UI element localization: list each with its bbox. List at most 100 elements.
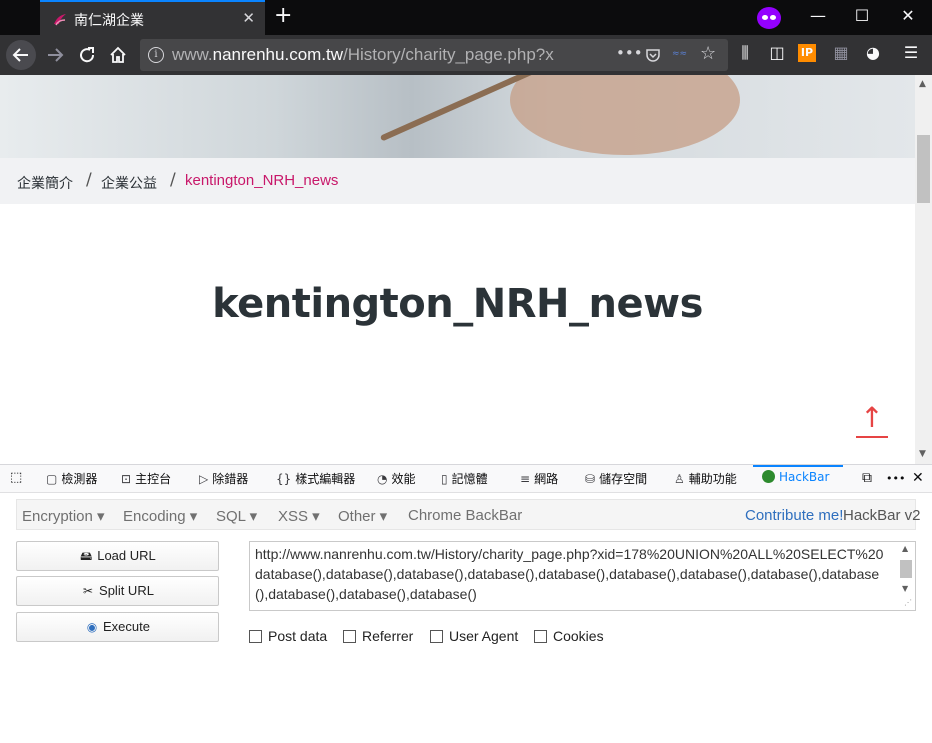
tab-console[interactable]: ⊡ 主控台 (121, 470, 171, 487)
extension-puzzle-icon[interactable]: ◕ (862, 43, 884, 62)
page-viewport: 企業簡介 / 企業公益 / kentington_NRH_news kentin… (0, 75, 932, 464)
new-tab-button[interactable]: + (274, 4, 292, 28)
tab-style-editor[interactable]: {} 樣式編輯器 (276, 470, 355, 487)
translate-icon[interactable]: ≈≈ (672, 49, 687, 59)
tab-title: 南仁湖企業 (74, 13, 144, 29)
performance-icon: ◔ (377, 472, 388, 486)
menu-other[interactable]: Other ▾ (338, 507, 387, 525)
menu-xss[interactable]: XSS ▾ (278, 507, 320, 525)
tab-accessibility[interactable]: ♙ 輔助功能 (674, 470, 737, 487)
ip-extension-icon[interactable]: IP (798, 44, 816, 62)
element-picker-icon[interactable]: ⬚ (10, 470, 22, 485)
site-favicon-icon (54, 14, 66, 26)
page-title: kentington_NRH_news (212, 281, 703, 327)
resize-grip-icon[interactable]: ⋰ (904, 598, 912, 607)
execute-button[interactable]: ◉ Execute (16, 612, 219, 642)
url-input-scrollbar[interactable]: ▲ ▼ ⋰ (897, 542, 915, 610)
breadcrumb-separator: / (170, 170, 176, 190)
tab-debugger[interactable]: ▷ 除錯器 (199, 470, 248, 487)
checkbox-box[interactable] (534, 630, 547, 643)
breadcrumb-item-charity[interactable]: 企業公益 (101, 173, 157, 193)
back-button[interactable] (6, 40, 36, 70)
hackbar-logo-icon (762, 470, 775, 483)
menu-hamburger-icon[interactable]: ☰ (900, 43, 922, 62)
home-button[interactable] (103, 40, 133, 70)
accessibility-icon: ♙ (674, 472, 685, 486)
tab-hackbar[interactable]: HackBar (762, 470, 829, 484)
tab-network[interactable]: ≡ 網路 (520, 470, 558, 487)
tab-performance[interactable]: ◔ 效能 (377, 470, 416, 487)
minimize-button[interactable]: — (808, 6, 828, 25)
url-input-scrollbar-thumb[interactable] (900, 560, 912, 578)
site-info-icon[interactable]: i (148, 47, 164, 63)
page-actions-icon[interactable]: ••• (616, 44, 643, 62)
home-icon (110, 46, 126, 63)
page-scrollbar[interactable]: ▲ ▼ (915, 75, 932, 464)
library-icon[interactable]: ⫼ (734, 43, 756, 63)
menu-encryption[interactable]: Encryption ▾ (22, 507, 105, 525)
scroll-down-arrow-icon[interactable]: ▼ (919, 449, 926, 459)
forward-arrow-icon (48, 48, 64, 62)
address-bar[interactable]: i www.nanrenhu.com.tw/History/charity_pa… (140, 39, 728, 71)
navigation-bar: i www.nanrenhu.com.tw/History/charity_pa… (0, 35, 932, 75)
devtools-tab-bar: ⬚ ▢ 檢測器 ⊡ 主控台 ▷ 除錯器 {} 樣式編輯器 ◔ 效能 ▯ 記憶體 ≡ 網路 ⛁ 儲… (0, 465, 932, 493)
style-editor-icon: {} (276, 472, 292, 486)
reload-icon (80, 47, 95, 63)
hero-hand-shape (510, 75, 740, 155)
active-tab-indicator (753, 465, 843, 467)
breadcrumb-item-current: kentington_NRH_news (185, 172, 339, 189)
tab-storage[interactable]: ⛁ 儲存空間 (585, 470, 647, 487)
maximize-button[interactable]: ☐ (852, 6, 872, 25)
sidebar-icon[interactable]: ◫ (766, 43, 788, 62)
checkbox-box[interactable] (249, 630, 262, 643)
close-tab-icon[interactable]: ✕ (242, 9, 255, 27)
forward-button[interactable] (40, 40, 70, 70)
network-icon: ≡ (520, 472, 531, 486)
scrollbar-thumb[interactable] (917, 135, 930, 203)
scroll-to-top-icon[interactable]: ↑ (856, 404, 888, 432)
devtools-close-icon[interactable]: ✕ (912, 470, 924, 486)
devtools-panel: ⬚ ▢ 檢測器 ⊡ 主控台 ▷ 除錯器 {} 樣式編輯器 ◔ 效能 ▯ 記憶體 ≡ 網路 ⛁ 儲… (0, 464, 932, 743)
checkbox-box[interactable] (430, 630, 443, 643)
memory-icon: ▯ (441, 472, 448, 486)
bookmark-star-icon[interactable]: ☆ (700, 43, 716, 64)
menu-sql[interactable]: SQL ▾ (216, 507, 257, 525)
pocket-icon[interactable] (645, 47, 661, 63)
private-browsing-icon (757, 7, 781, 29)
breadcrumb-item-about[interactable]: 企業簡介 (17, 173, 73, 193)
hackbar-url-input[interactable]: http://www.nanrenhu.com.tw/History/chari… (249, 541, 916, 611)
user-agent-checkbox[interactable]: User Agent (430, 628, 518, 644)
breadcrumb-separator: / (86, 170, 92, 190)
dock-toggle-icon[interactable]: ⧉ (862, 470, 872, 486)
menu-encoding[interactable]: Encoding ▾ (123, 507, 197, 525)
extension-grid-icon[interactable]: ▦ (830, 43, 852, 62)
contribute-link[interactable]: Contribute me! (745, 507, 843, 524)
scroll-up-arrow-icon[interactable]: ▲ (902, 544, 908, 553)
post-data-checkbox[interactable]: Post data (249, 628, 327, 644)
hackbar-toolbar: Encryption ▾ Encoding ▾ SQL ▾ XSS ▾ Othe… (16, 499, 921, 530)
reload-button[interactable] (72, 40, 102, 70)
breadcrumb: 企業簡介 / 企業公益 / kentington_NRH_news (0, 158, 915, 204)
browser-tab[interactable]: 南仁湖企業 ✕ (40, 0, 265, 35)
scissors-icon: ✂ (83, 584, 94, 598)
hero-image (0, 75, 915, 158)
menu-chrome-backbar[interactable]: Chrome BackBar (408, 507, 522, 524)
referrer-checkbox[interactable]: Referrer (343, 628, 413, 644)
tab-bar: 南仁湖企業 ✕ + — ☐ ✕ (0, 0, 932, 35)
close-window-button[interactable]: ✕ (898, 6, 918, 25)
scroll-down-arrow-icon[interactable]: ▼ (902, 584, 908, 593)
load-url-icon: 🖴 (80, 549, 93, 563)
scroll-to-top-underline (856, 436, 888, 438)
tab-memory[interactable]: ▯ 記憶體 (441, 470, 488, 487)
scroll-up-arrow-icon[interactable]: ▲ (919, 79, 926, 89)
tab-inspector[interactable]: ▢ 檢測器 (46, 470, 97, 487)
checkbox-box[interactable] (343, 630, 356, 643)
url-text[interactable]: www.nanrenhu.com.tw/History/charity_page… (172, 45, 554, 65)
devtools-more-icon[interactable]: ••• (886, 472, 905, 485)
load-url-button[interactable]: 🖴 Load URL (16, 541, 219, 571)
debugger-icon: ▷ (199, 472, 209, 486)
cookies-checkbox[interactable]: Cookies (534, 628, 604, 644)
storage-icon: ⛁ (585, 472, 596, 486)
hackbar-version: HackBar v2 (843, 507, 921, 524)
split-url-button[interactable]: ✂ Split URL (16, 576, 219, 606)
